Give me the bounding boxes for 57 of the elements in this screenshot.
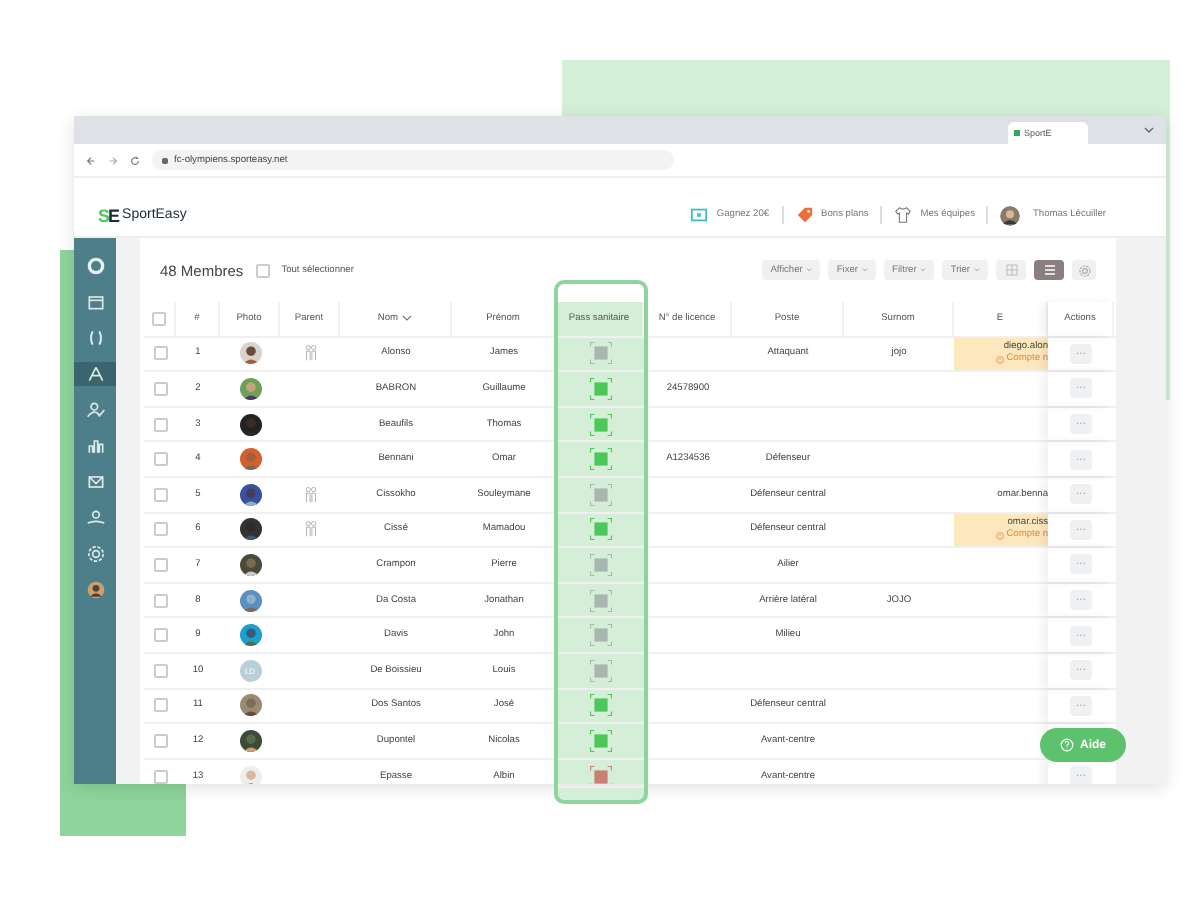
- avatar: [239, 413, 261, 436]
- grid-icon: [1005, 264, 1017, 276]
- avatar: [239, 729, 261, 752]
- caret-icon: [862, 268, 869, 272]
- logo-mark: SE: [98, 205, 119, 225]
- person-icon: [85, 508, 105, 528]
- avatar: [239, 483, 261, 506]
- avatar: [239, 589, 261, 612]
- checkbox[interactable]: [153, 522, 167, 537]
- checkbox[interactable]: [153, 769, 167, 784]
- chart-icon: [85, 436, 105, 456]
- avatar: [239, 694, 261, 717]
- checkbox[interactable]: [153, 452, 167, 467]
- avatar: [239, 342, 261, 365]
- checkbox[interactable]: [153, 698, 167, 713]
- list-icon: [1043, 264, 1055, 276]
- chevron-icon[interactable]: [1144, 126, 1154, 134]
- checkbox[interactable]: [153, 381, 167, 396]
- ticket-icon[interactable]: [690, 206, 709, 224]
- user-avatar[interactable]: [1000, 205, 1021, 225]
- caret-icon: [920, 268, 927, 272]
- warning-icon: [996, 531, 1005, 540]
- tag-icon[interactable]: [795, 206, 814, 224]
- brackets-icon: [85, 328, 105, 348]
- checkbox[interactable]: [152, 311, 166, 326]
- sidebar-item[interactable]: [74, 362, 116, 386]
- avatar: [239, 377, 261, 400]
- settings-button[interactable]: [1072, 260, 1096, 280]
- back-icon[interactable]: [86, 155, 96, 165]
- help-icon: [1059, 738, 1074, 752]
- calendar-icon: [85, 292, 105, 312]
- warning-icon: [996, 355, 1005, 364]
- person-check-icon: [85, 400, 105, 420]
- checkbox[interactable]: [153, 663, 167, 678]
- list-view-button[interactable]: [1034, 260, 1064, 280]
- avatar: [239, 553, 261, 576]
- checkbox[interactable]: [153, 487, 167, 502]
- forward-icon[interactable]: [108, 155, 118, 165]
- checkbox[interactable]: [153, 628, 167, 643]
- caret-icon: [974, 268, 980, 272]
- reload-icon[interactable]: [130, 155, 140, 165]
- avatar-icon: [85, 580, 105, 600]
- avatar: [239, 448, 261, 471]
- caret-icon: [806, 268, 813, 272]
- checkbox[interactable]: [153, 557, 167, 572]
- checkbox[interactable]: [255, 263, 270, 277]
- shirt-icon[interactable]: [894, 206, 913, 224]
- checkbox[interactable]: [153, 733, 167, 748]
- checkbox[interactable]: [153, 417, 167, 432]
- gear-icon: [85, 544, 105, 564]
- avatar: [239, 624, 261, 647]
- avatar: [239, 518, 261, 541]
- checkbox[interactable]: [153, 593, 167, 608]
- checkbox[interactable]: [153, 346, 167, 361]
- grid-view-button[interactable]: [996, 260, 1026, 280]
- mail-icon: [85, 472, 105, 492]
- avatar: [239, 765, 261, 784]
